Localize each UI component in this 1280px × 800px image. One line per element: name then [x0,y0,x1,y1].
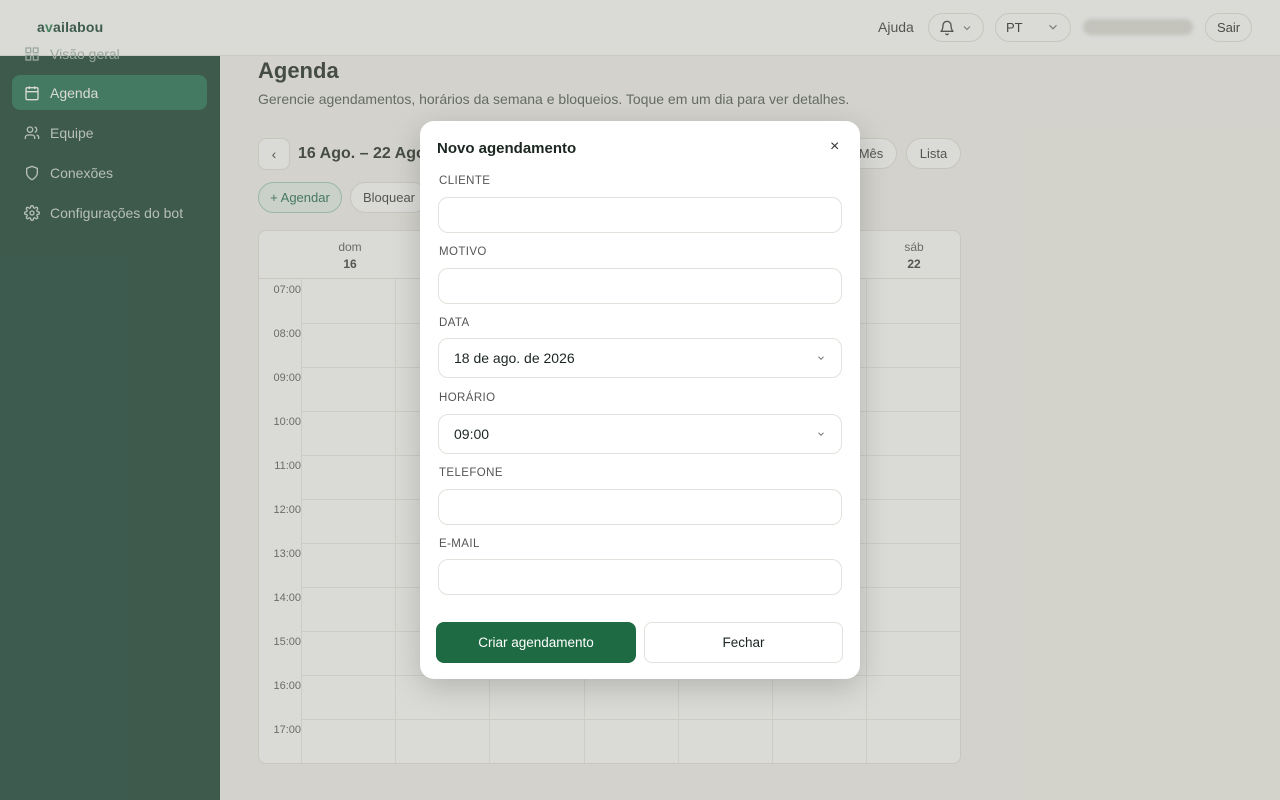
create-appointment-button[interactable]: Criar agendamento [436,622,636,663]
dialog-title: Novo agendamento [437,140,577,157]
phone-input[interactable] [438,489,842,525]
client-input[interactable] [438,197,842,233]
chevron-down-icon [818,356,824,360]
close-dialog-button[interactable]: Fechar [644,622,843,663]
new-appointment-dialog: Novo agendamento × CLIENTE MOTIVO DATA 1… [420,121,860,679]
reason-label: MOTIVO [439,246,487,258]
chevron-down-icon [818,432,824,436]
email-input[interactable] [438,559,842,595]
time-label: HORÁRIO [439,392,496,404]
email-label: E-MAIL [439,538,480,550]
time-select[interactable]: 09:00 [438,414,842,454]
date-value: 18 de ago. de 2026 [454,350,575,366]
time-value: 09:00 [454,426,490,442]
date-select[interactable]: 18 de ago. de 2026 [438,338,842,378]
client-label: CLIENTE [439,175,491,187]
date-label: DATA [439,317,470,329]
phone-label: TELEFONE [439,467,503,479]
close-icon[interactable]: × [830,139,839,155]
reason-input[interactable] [438,268,842,304]
